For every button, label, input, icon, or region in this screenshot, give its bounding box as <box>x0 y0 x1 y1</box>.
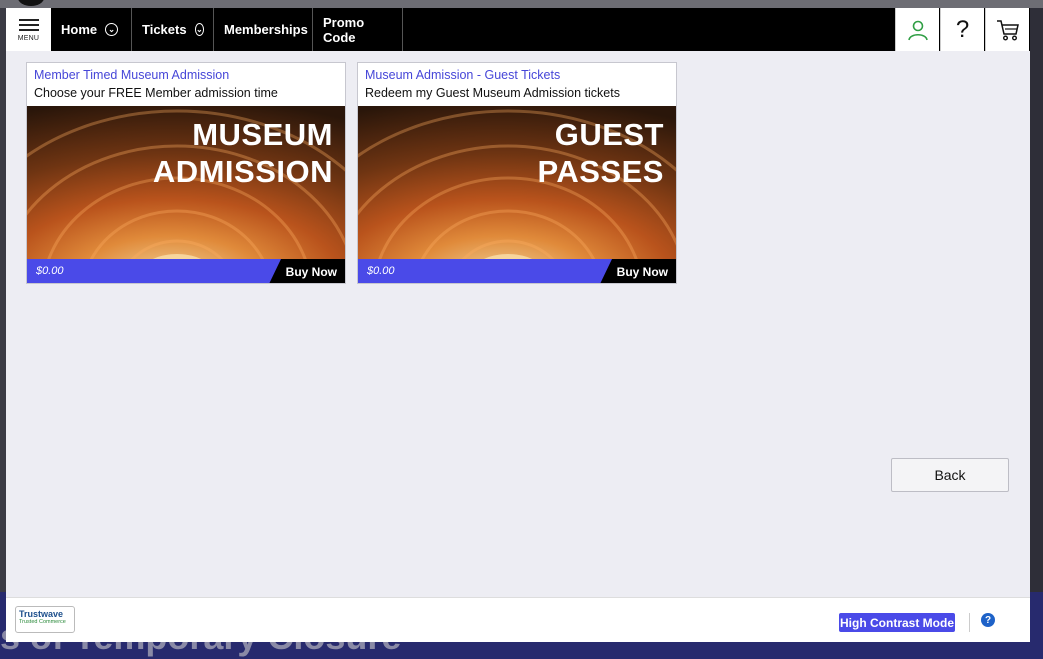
trustwave-subtitle: Trusted Commerce <box>19 619 66 625</box>
nav-item-label: Memberships <box>224 22 308 37</box>
card-image[interactable]: MUSEUM ADMISSION <box>27 106 345 259</box>
user-icon <box>907 20 928 40</box>
card-price: $0.00 <box>367 265 395 277</box>
nav-item-memberships[interactable]: Memberships <box>214 8 313 51</box>
modal-footer: Trustwave Trusted Commerce High Contrast… <box>6 597 1030 642</box>
card-subtitle: Choose your FREE Member admission time <box>34 86 278 100</box>
card-image-line: PASSES <box>537 154 664 189</box>
card-image-line: ADMISSION <box>152 154 333 189</box>
top-navigation-bar: MENU Home ⌄ Tickets ⌄ Memberships Promo … <box>6 8 1030 51</box>
card-footer: $0.00 Buy Now <box>27 259 345 283</box>
cart-icon <box>996 19 1019 41</box>
help-icon: ? <box>955 15 970 43</box>
card-image-line: MUSEUM <box>192 117 333 152</box>
help-button[interactable]: ? <box>940 8 984 51</box>
hamburger-line <box>18 28 39 31</box>
background-top-strip <box>0 0 1043 8</box>
ticket-card[interactable]: Museum Admission - Guest Tickets Redeem … <box>357 62 677 284</box>
card-image-line: GUEST <box>554 117 664 152</box>
buy-now-button[interactable]: Buy Now <box>600 259 676 283</box>
nav-item-promo-code[interactable]: Promo Code <box>313 8 403 51</box>
cart-button[interactable] <box>985 8 1029 51</box>
card-title[interactable]: Member Timed Museum Admission <box>34 68 229 82</box>
card-subtitle: Redeem my Guest Museum Admission tickets <box>365 86 620 100</box>
chevron-down-icon: ⌄ <box>194 23 204 36</box>
hamburger-line <box>18 23 39 26</box>
chevron-down-icon: ⌄ <box>105 23 119 36</box>
nav-item-home[interactable]: Home ⌄ <box>51 8 132 51</box>
nav-item-tickets[interactable]: Tickets ⌄ <box>132 8 214 51</box>
card-price: $0.00 <box>36 265 64 277</box>
main-nav: Home ⌄ Tickets ⌄ Memberships Promo Code <box>51 8 403 51</box>
nav-item-label: Home <box>61 22 98 37</box>
footer-divider <box>969 613 970 632</box>
card-image-caption: GUEST PASSES <box>538 116 664 190</box>
hamburger-line <box>18 18 39 21</box>
help-circle-icon[interactable]: ? <box>981 613 995 627</box>
menu-label: MENU <box>17 35 40 42</box>
back-button[interactable]: Back <box>891 458 1009 492</box>
card-image[interactable]: GUEST PASSES <box>358 106 676 259</box>
trustwave-badge[interactable]: Trustwave Trusted Commerce <box>15 606 75 633</box>
nav-item-label: Tickets <box>142 22 187 37</box>
card-title[interactable]: Museum Admission - Guest Tickets <box>365 68 560 82</box>
ticket-modal: MENU Home ⌄ Tickets ⌄ Memberships Promo … <box>6 8 1030 642</box>
nav-item-label: Promo Code <box>323 14 365 45</box>
ticket-card[interactable]: Member Timed Museum Admission Choose you… <box>26 62 346 284</box>
account-button[interactable] <box>895 8 939 51</box>
buy-now-button[interactable]: Buy Now <box>269 259 345 283</box>
menu-button[interactable]: MENU <box>6 8 51 51</box>
trustwave-name: Trustwave <box>19 609 64 619</box>
high-contrast-button[interactable]: High Contrast Mode <box>839 613 955 632</box>
card-image-caption: MUSEUM ADMISSION <box>153 116 333 190</box>
card-footer: $0.00 Buy Now <box>358 259 676 283</box>
